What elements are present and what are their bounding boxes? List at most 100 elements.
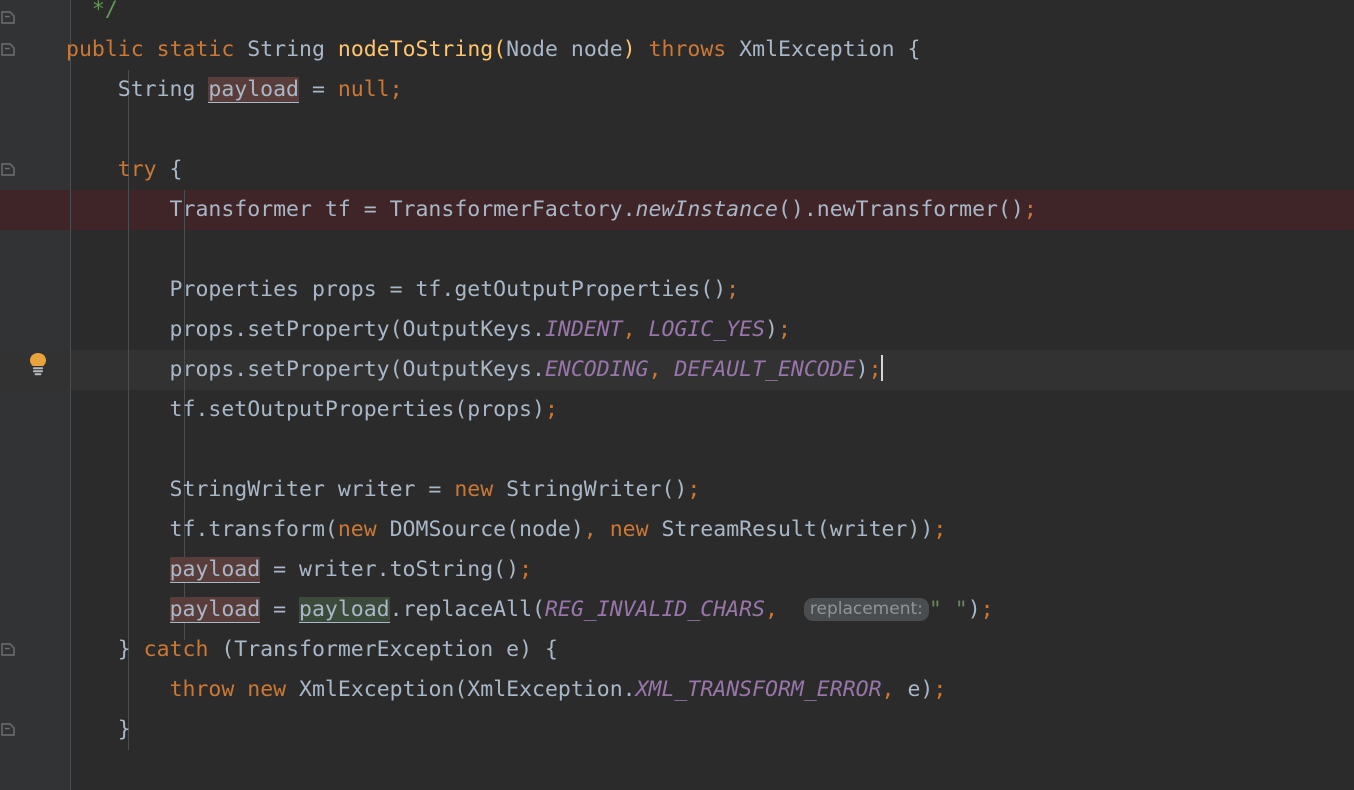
inline-parameter-hint[interactable]: replacement:: [803, 598, 929, 621]
code-line[interactable]: payload = payload.replaceAll(REG_INVALID…: [0, 590, 1354, 630]
line-content: tf.transform(new DOMSource(node), new St…: [66, 510, 947, 550]
code-line[interactable]: Properties props = tf.getOutputPropertie…: [0, 270, 1354, 310]
line-content: String payload = null;: [66, 70, 403, 110]
comma: ,: [881, 677, 895, 702]
replaceall-call: .replaceAll(: [389, 597, 545, 622]
semicolon: ;: [1023, 197, 1037, 222]
transformer-decl: Transformer tf = TransformerFactory.: [66, 197, 636, 222]
line-content: payload = writer.toString();: [66, 550, 532, 590]
code-line[interactable]: tf.transform(new DOMSource(node), new St…: [0, 510, 1354, 550]
code-line[interactable]: public static String nodeToString(Node n…: [0, 30, 1354, 70]
code-line[interactable]: String payload = null;: [0, 70, 1354, 110]
line-content: } catch (TransformerException e) {: [66, 630, 558, 670]
keyword-public: public: [66, 37, 144, 62]
xmlexception-ctor: XmlException(XmlException.: [286, 677, 636, 702]
line-content: Transformer tf = TransformerFactory.newI…: [66, 190, 1037, 230]
line-content: tf.setOutputProperties(props);: [66, 390, 558, 430]
constant-DEFAULT-ENCODE: DEFAULT_ENCODE: [674, 357, 856, 382]
code-line[interactable]: props.setProperty(OutputKeys.INDENT, LOG…: [0, 310, 1354, 350]
paren-open: (: [493, 37, 507, 62]
brace-close: }: [66, 637, 144, 662]
comma: ,: [622, 317, 636, 342]
method-name: nodeToString: [337, 37, 494, 62]
comma: ,: [765, 597, 778, 622]
keyword-static: static: [156, 37, 235, 62]
fold-arrow-icon[interactable]: [0, 722, 16, 738]
keyword-try: try: [66, 157, 157, 182]
brace-open: {: [156, 157, 183, 182]
editor-text-area[interactable]: */ public static String nodeToString(Nod…: [0, 0, 1354, 790]
stringwriter-decl: StringWriter writer =: [66, 477, 455, 502]
line-content: throw new XmlException(XmlException.XML_…: [66, 670, 947, 710]
constant-LOGIC-YES: LOGIC_YES: [648, 317, 766, 342]
paren-close: ): [855, 357, 869, 382]
identifier-payload: payload: [169, 557, 261, 583]
setproperty-call: props.setProperty(OutputKeys.: [66, 357, 545, 382]
semicolon: ;: [933, 517, 947, 542]
new-transformer-call: ().newTransformer(): [777, 197, 1024, 222]
exception-type: XmlException {: [726, 37, 921, 62]
keyword-new: new: [247, 677, 287, 702]
fold-arrow-icon[interactable]: [0, 162, 16, 178]
identifier-payload: payload: [208, 77, 299, 103]
code-line[interactable]: }: [0, 710, 1354, 750]
code-line[interactable]: payload = writer.toString();: [0, 550, 1354, 590]
constant-REG-INVALID-CHARS: REG_INVALID_CHARS: [544, 597, 766, 622]
properties-decl: Properties props = tf.getOutputPropertie…: [66, 277, 727, 302]
keyword-throw: throw: [169, 677, 235, 702]
comma: ,: [648, 357, 662, 382]
line-content: payload = payload.replaceAll(REG_INVALID…: [66, 590, 994, 631]
code-line[interactable]: Transformer tf = TransformerFactory.newI…: [0, 190, 1354, 230]
line-content: StringWriter writer = new StringWriter()…: [66, 470, 701, 510]
code-line[interactable]: } catch (TransformerException e) {: [0, 630, 1354, 670]
semicolon: ;: [544, 397, 558, 422]
keyword-catch: catch: [143, 637, 209, 662]
code-line[interactable]: try {: [0, 150, 1354, 190]
fold-arrow-icon[interactable]: [0, 42, 16, 58]
keyword-throws: throws: [648, 37, 727, 62]
param-node: Node node: [506, 37, 623, 62]
paren-close: ): [967, 597, 981, 622]
tostring-call: = writer.toString(): [260, 557, 520, 582]
assign-op: =: [260, 597, 300, 622]
static-method-newInstance: newInstance: [635, 197, 778, 222]
paren-close: ): [765, 317, 778, 342]
exception-arg: e): [894, 677, 934, 702]
comma: ,: [583, 517, 597, 542]
code-editor-window[interactable]: */ public static String nodeToString(Nod…: [0, 0, 1354, 790]
semicolon: ;: [933, 677, 947, 702]
intention-bulb-icon[interactable]: [26, 351, 50, 377]
code-line[interactable]: */: [0, 0, 1354, 30]
transform-call: tf.transform(: [66, 517, 338, 542]
code-line[interactable]: StringWriter writer = new StringWriter()…: [0, 470, 1354, 510]
semicolon: ;: [389, 77, 403, 102]
semicolon: ;: [726, 277, 740, 302]
constant-XML-TRANSFORM-ERROR: XML_TRANSFORM_ERROR: [635, 677, 882, 702]
assign-op: =: [299, 77, 338, 102]
line-content: props.setProperty(OutputKeys.ENCODING, D…: [66, 350, 883, 390]
line-content: Properties props = tf.getOutputPropertie…: [66, 270, 740, 310]
fold-arrow-icon[interactable]: [0, 10, 16, 26]
constant-INDENT: INDENT: [544, 317, 623, 342]
catch-params: (TransformerException e) {: [208, 637, 558, 662]
fold-arrow-icon[interactable]: [0, 642, 16, 658]
keyword-new: new: [454, 477, 494, 502]
setproperty-call: props.setProperty(OutputKeys.: [66, 317, 545, 342]
text-caret: [880, 355, 883, 381]
comment-token: */: [66, 0, 118, 22]
code-line[interactable]: throw new XmlException(XmlException.XML_…: [0, 670, 1354, 710]
string-literal: " ": [928, 597, 968, 622]
code-line[interactable]: tf.setOutputProperties(props);: [0, 390, 1354, 430]
identifier-payload-read: payload: [299, 597, 390, 623]
keyword-null: null: [337, 77, 390, 102]
semicolon: ;: [519, 557, 533, 582]
keyword-new: new: [337, 517, 377, 542]
stringwriter-ctor: StringWriter(): [493, 477, 688, 502]
code-line[interactable]: props.setProperty(OutputKeys.ENCODING, D…: [0, 350, 1354, 390]
